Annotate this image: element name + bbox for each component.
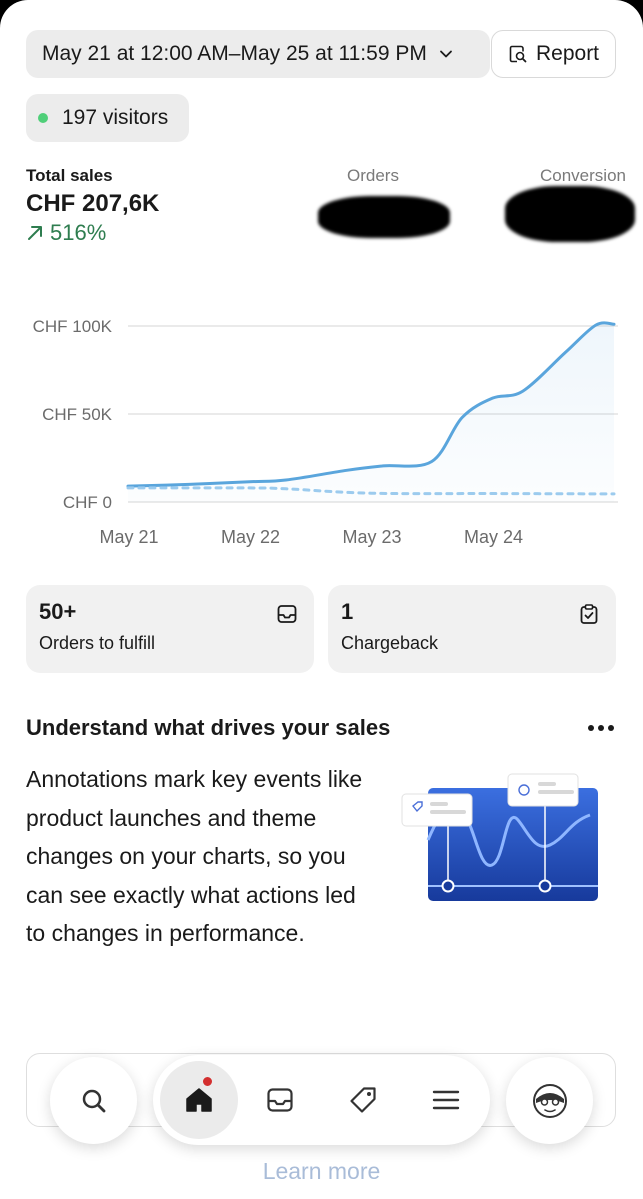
- x-tick-label: May 22: [221, 527, 280, 547]
- orders-label: Orders: [347, 166, 399, 185]
- live-status-dot: [38, 113, 48, 123]
- orders-to-fulfill-card[interactable]: 50+ Orders to fulfill: [26, 585, 314, 673]
- total-sales-change: 516%: [26, 220, 159, 246]
- conversion-label: Conversion: [540, 166, 626, 185]
- date-range-selector[interactable]: May 21 at 12:00 AM–May 25 at 11:59 PM: [26, 30, 490, 78]
- card-label: Orders to fulfill: [39, 633, 156, 653]
- insight-body: Annotations mark key events like product…: [26, 766, 363, 946]
- visitors-label: 197 visitors: [62, 106, 169, 129]
- total-sales-metric[interactable]: Total sales CHF 207,6K 516%: [26, 166, 159, 246]
- date-range-label: May 21 at 12:00 AM–May 25 at 11:59 PM: [42, 42, 427, 65]
- total-sales-label: Total sales: [26, 166, 113, 185]
- analytics-screen: May 21 at 12:00 AM–May 25 at 11:59 PM Re…: [0, 0, 643, 1199]
- more-options-icon[interactable]: [588, 720, 616, 736]
- card-value: 50+: [39, 599, 77, 624]
- tag-icon: [350, 1087, 376, 1113]
- menu-icon: [432, 1090, 460, 1110]
- clipboard-check-icon: [580, 604, 598, 624]
- card-value: 1: [341, 599, 354, 624]
- chevron-down-icon: [439, 50, 452, 58]
- total-sales-change-value: 516%: [50, 220, 107, 245]
- conversion-metric[interactable]: Conversion: [540, 166, 626, 186]
- arrow-up-right-icon: [28, 226, 42, 240]
- chargeback-card[interactable]: 1 Chargeback: [328, 585, 616, 673]
- nav-orders-button[interactable]: [253, 1055, 307, 1145]
- nav-profile-button[interactable]: [506, 1057, 593, 1144]
- orders-metric[interactable]: Orders: [347, 166, 399, 186]
- nav-products-button[interactable]: [336, 1055, 390, 1145]
- conversion-redacted-value: [505, 186, 635, 242]
- y-tick-label: CHF 50K: [42, 405, 113, 424]
- report-button[interactable]: Report: [491, 30, 616, 78]
- inbox-icon: [277, 605, 297, 623]
- x-tick-label: May 23: [342, 527, 401, 547]
- search-icon: [82, 1089, 105, 1112]
- bottom-tab-bar: [153, 1055, 490, 1145]
- avatar: [532, 1083, 567, 1118]
- x-tick-label: May 24: [464, 527, 523, 547]
- visitors-badge[interactable]: 197 visitors: [26, 94, 189, 142]
- x-tick-label: May 21: [99, 527, 158, 547]
- nav-search-button[interactable]: [50, 1057, 137, 1144]
- report-label: Report: [535, 42, 600, 65]
- total-sales-value: CHF 207,6K: [26, 190, 160, 217]
- y-tick-label: CHF 100K: [33, 317, 113, 336]
- notification-badge: [201, 1075, 214, 1088]
- card-label: Chargeback: [341, 633, 439, 653]
- insight-title: Understand what drives your sales: [26, 715, 391, 740]
- sales-line-chart: CHF 100K CHF 50K CHF 0 May 21 May 22 May 23 M…: [33, 317, 618, 547]
- nav-menu-button[interactable]: [419, 1055, 473, 1145]
- nav-home-button[interactable]: [160, 1061, 238, 1139]
- series-area: [128, 322, 614, 502]
- orders-redacted-value: [318, 196, 450, 238]
- learn-more-link[interactable]: Learn more: [0, 1158, 643, 1185]
- inbox-icon: [267, 1088, 293, 1112]
- home-icon: [186, 1088, 212, 1112]
- annotations-illustration: [401, 773, 598, 901]
- y-tick-label: CHF 0: [63, 493, 112, 512]
- report-search-icon: [509, 45, 527, 63]
